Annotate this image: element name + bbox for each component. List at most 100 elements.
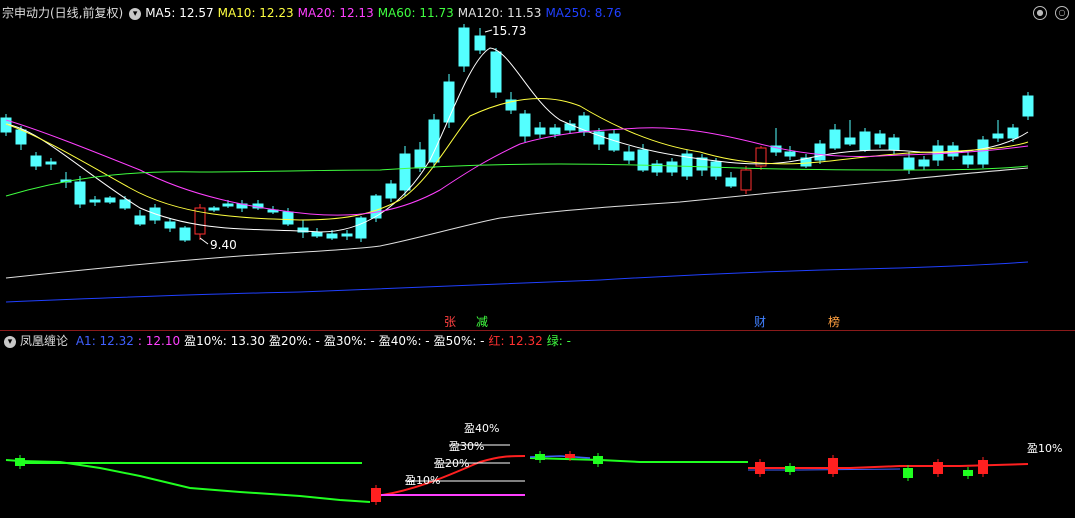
indicator-bar-body-2 — [535, 454, 545, 460]
candle-body-32 — [474, 35, 486, 51]
candle-body-6 — [89, 199, 101, 203]
candle-body-68 — [1007, 127, 1019, 139]
candle-14 — [208, 206, 220, 212]
candle-31 — [458, 24, 470, 72]
chart-tools: ● ○ — [1025, 4, 1069, 20]
candlestick-chart[interactable] — [0, 20, 1075, 330]
candle-24 — [355, 216, 367, 242]
ma-line-1 — [5, 97, 1029, 221]
chevron-down-icon[interactable]: ▾ — [129, 7, 142, 20]
indicator-item-1: : 12.10 — [137, 334, 181, 348]
event-tag-jian[interactable]: 减 — [476, 315, 488, 329]
candle-58 — [859, 128, 871, 152]
candle-16 — [236, 200, 248, 212]
indicator-bar-5 — [755, 459, 765, 477]
ma-legend: MA5: 12.57 MA10: 12.23 MA20: 12.13 MA60: 11… — [145, 6, 625, 20]
candle-body-49 — [725, 177, 737, 187]
ma-item-4: MA120: 11.53 — [457, 6, 542, 20]
candle-body-53 — [784, 151, 796, 157]
candle-60 — [888, 134, 900, 154]
candle-body-42 — [623, 151, 635, 161]
event-tag-cai[interactable]: 财 — [754, 315, 766, 329]
candle-body-61 — [903, 157, 915, 171]
candle-5 — [74, 176, 86, 208]
candle-body-36 — [534, 127, 546, 135]
candle-9 — [134, 210, 146, 226]
event-tag-zhang[interactable]: 张 — [444, 315, 456, 329]
ma-line-4 — [5, 167, 1029, 279]
candle-30 — [443, 74, 455, 128]
indicator-bar-body-8 — [903, 468, 913, 478]
candle-23 — [341, 230, 353, 240]
candle-body-21 — [311, 231, 323, 237]
candle-body-37 — [549, 127, 561, 135]
blue-segment-right — [748, 468, 901, 471]
pin-icon[interactable]: ● — [1033, 6, 1047, 20]
indicator-bar-body-4 — [593, 456, 603, 464]
candle-2 — [30, 152, 42, 170]
indicator-bar-11 — [978, 457, 988, 477]
indicator-bar-8 — [903, 465, 913, 481]
candle-body-23 — [341, 233, 353, 237]
candle-body-14 — [208, 207, 220, 211]
event-tag-bang[interactable]: 榜 — [828, 315, 840, 329]
candle-body-45 — [666, 161, 678, 173]
indicator-item-8: 绿: - — [546, 334, 571, 348]
ma-item-3: MA60: 11.73 — [377, 6, 454, 20]
candle-body-50 — [740, 169, 752, 191]
settings-icon[interactable]: ○ — [1055, 6, 1069, 20]
indicator-item-2: 盈10%: 13.30 — [184, 334, 266, 348]
ma-item-0: MA5: 12.57 — [145, 6, 214, 20]
indicator-bar-7 — [828, 455, 838, 477]
candle-body-35 — [519, 113, 531, 137]
candle-body-28 — [414, 149, 426, 169]
candle-65 — [962, 152, 974, 168]
candle-47 — [696, 154, 708, 176]
candle-40 — [593, 128, 605, 150]
candle-20 — [297, 220, 309, 238]
candle-27 — [399, 146, 411, 196]
candle-13 — [194, 204, 206, 240]
candle-38 — [564, 120, 576, 134]
level-label-10: 盈10% — [405, 474, 441, 487]
green-segment-right — [529, 457, 748, 463]
indicator-legend: A1: 12.32: 12.10 盈10%: 13.30 盈20%: - 盈30%: … — [76, 334, 575, 348]
ma-line-3 — [5, 163, 1029, 197]
candle-body-60 — [888, 137, 900, 151]
candle-body-56 — [829, 129, 841, 149]
candle-17 — [252, 200, 264, 210]
chevron-down-icon[interactable]: ▾ — [4, 335, 16, 348]
level-label-20: 盈20% — [434, 457, 470, 470]
candle-51 — [755, 146, 767, 170]
candle-68 — [1007, 124, 1019, 142]
high-price-label: 15.73 — [492, 24, 527, 38]
candle-body-65 — [962, 155, 974, 165]
candle-4 — [60, 172, 72, 188]
candle-66 — [977, 136, 989, 168]
candle-35 — [519, 110, 531, 142]
indicator-bar-body-10 — [963, 470, 973, 476]
ma-item-2: MA20: 12.13 — [297, 6, 374, 20]
indicator-chart[interactable] — [0, 350, 1075, 516]
green-trend-line — [5, 459, 371, 503]
candle-body-9 — [134, 215, 146, 225]
candle-body-5 — [74, 181, 86, 205]
indicator-bar-9 — [933, 459, 943, 477]
indicator-item-6: 盈50%: - — [433, 334, 485, 348]
indicator-bar-10 — [963, 467, 973, 479]
candle-body-55 — [814, 143, 826, 161]
indicator-header: ▾ 凤凰缠论 A1: 12.32: 12.10 盈10%: 13.30 盈20%: -… — [2, 331, 579, 351]
candle-45 — [666, 158, 678, 176]
indicator-item-4: 盈30%: - — [323, 334, 375, 348]
candle-body-22 — [326, 233, 338, 239]
candle-44 — [651, 160, 663, 176]
candle-body-31 — [458, 27, 470, 67]
candle-body-69 — [1022, 95, 1034, 117]
candle-body-12 — [179, 227, 191, 241]
high-pointer — [484, 29, 493, 33]
candle-body-29 — [428, 119, 440, 163]
candle-55 — [814, 140, 826, 164]
candle-body-19 — [282, 211, 294, 225]
candle-36 — [534, 122, 546, 138]
indicator-bar-body-3 — [565, 454, 575, 458]
